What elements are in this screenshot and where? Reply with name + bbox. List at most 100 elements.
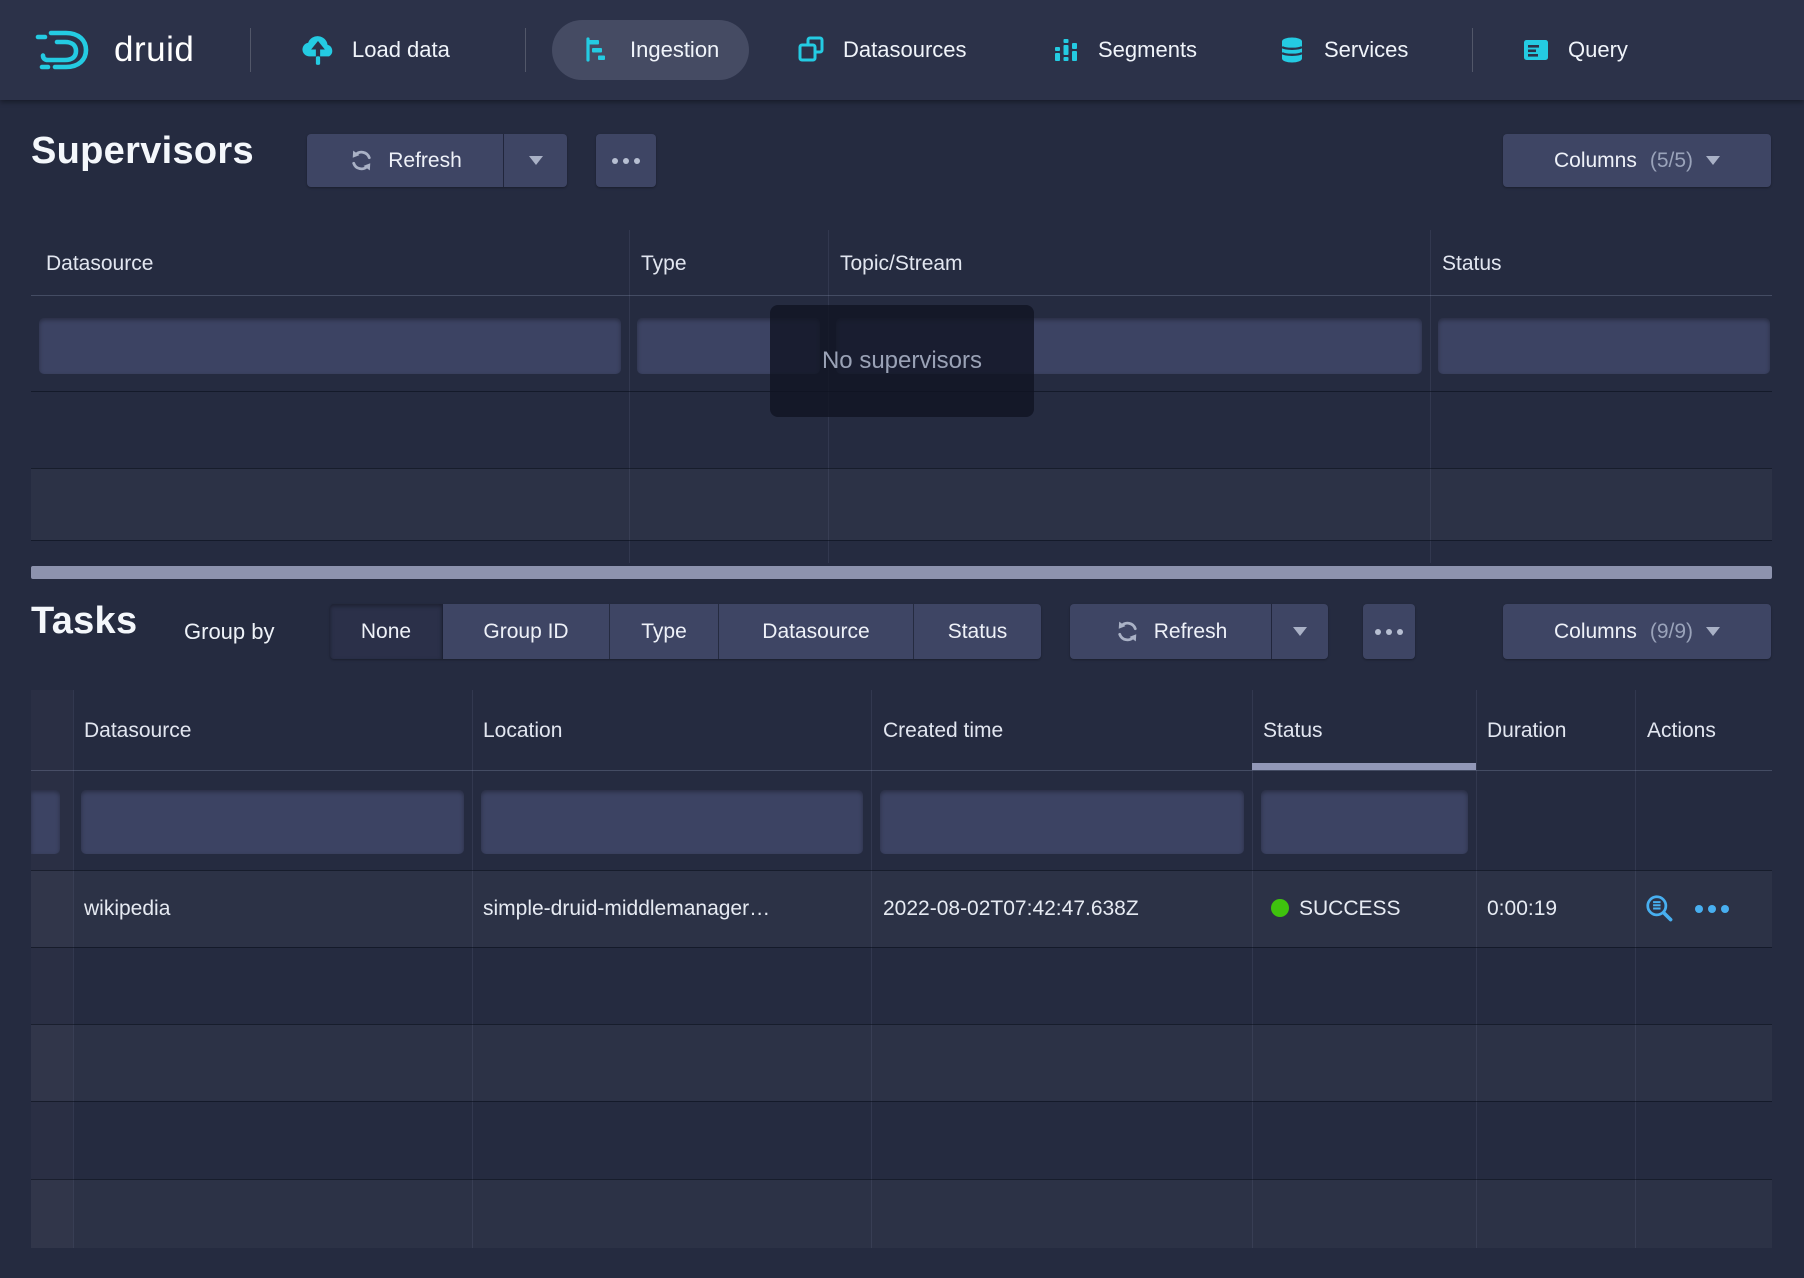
services-icon <box>1276 34 1308 66</box>
more-icon <box>612 158 640 164</box>
datasource-filter-input[interactable] <box>81 790 464 854</box>
status-dot-icon <box>1271 899 1289 917</box>
brand-name: druid <box>114 30 194 70</box>
group-by-datasource-button[interactable]: Datasource <box>719 604 914 659</box>
column-header-actions[interactable]: Actions <box>1647 719 1716 743</box>
header-divider <box>31 295 1772 296</box>
tasks-title: Tasks <box>31 600 137 643</box>
row-divider <box>31 1101 1772 1102</box>
chevron-down-icon <box>1706 156 1720 165</box>
nav-item-query[interactable]: Query <box>1520 0 1628 100</box>
chevron-down-icon <box>1293 627 1307 636</box>
status-cell: SUCCESS <box>1271 897 1401 921</box>
table-row <box>31 1024 1772 1101</box>
column-header-duration[interactable]: Duration <box>1487 719 1566 743</box>
search-details-icon[interactable] <box>1643 892 1677 926</box>
nav-item-load-data[interactable]: Load data <box>300 0 450 100</box>
nav-item-label: Load data <box>352 37 450 63</box>
status-filter-input[interactable] <box>1438 318 1770 374</box>
group-by-group-id-button[interactable]: Group ID <box>443 604 610 659</box>
row-divider <box>31 540 1772 541</box>
nav-item-segments[interactable]: Segments <box>1050 0 1197 100</box>
nav-item-label: Query <box>1568 37 1628 63</box>
druid-logo[interactable]: druid <box>34 0 194 100</box>
column-divider <box>1430 230 1431 563</box>
refresh-label: Refresh <box>388 149 462 173</box>
table-row <box>31 468 1772 540</box>
nav-item-label: Segments <box>1098 37 1197 63</box>
tasks-columns-button[interactable]: Columns (9/9) <box>1503 604 1771 659</box>
group-by-segmented-control: None Group ID Type Datasource Status <box>330 604 1041 659</box>
tasks-refresh-dropdown-button[interactable] <box>1271 604 1328 659</box>
nav-item-label: Datasources <box>843 37 967 63</box>
header-divider <box>31 770 1772 771</box>
supervisors-title: Supervisors <box>31 130 254 173</box>
supervisors-more-button[interactable] <box>596 134 656 187</box>
row-divider <box>31 947 1772 948</box>
group-by-status-button[interactable]: Status <box>914 604 1041 659</box>
column-divider <box>629 230 630 563</box>
column-divider <box>871 690 872 1248</box>
supervisors-refresh-dropdown-button[interactable] <box>503 134 567 187</box>
datasources-icon <box>795 34 827 66</box>
column-divider <box>1635 690 1636 1248</box>
cloud-upload-icon <box>300 33 336 67</box>
more-icon <box>1375 629 1403 635</box>
empty-state-overlay: No supervisors <box>770 305 1034 417</box>
horizontal-scrollbar[interactable] <box>31 566 1772 579</box>
row-more-actions-icon[interactable] <box>1695 905 1729 913</box>
empty-message: No supervisors <box>822 347 982 375</box>
nav-divider <box>525 28 526 72</box>
top-navbar: druid Load data Ingestion Datasources <box>0 0 1804 100</box>
datasource-filter-input[interactable] <box>39 318 621 374</box>
columns-label: Columns <box>1554 620 1637 644</box>
nav-divider <box>1472 28 1473 72</box>
nav-item-datasources[interactable]: Datasources <box>795 0 967 100</box>
scrolled-filter-input[interactable] <box>31 790 60 854</box>
column-header-topic-stream[interactable]: Topic/Stream <box>840 252 963 276</box>
tasks-more-button[interactable] <box>1363 604 1415 659</box>
column-header-location[interactable]: Location <box>483 719 562 743</box>
group-by-none-button[interactable]: None <box>330 604 443 659</box>
row-divider <box>31 870 1772 871</box>
supervisors-refresh-split-button: Refresh <box>307 134 567 187</box>
group-by-type-button[interactable]: Type <box>610 604 719 659</box>
location-cell: simple-druid-middlemanager… <box>483 897 863 921</box>
columns-count: (9/9) <box>1650 620 1693 644</box>
chevron-down-icon <box>1706 627 1720 636</box>
refresh-icon <box>348 147 375 174</box>
column-header-status[interactable]: Status <box>1442 252 1502 276</box>
nav-item-ingestion[interactable]: Ingestion <box>552 20 749 80</box>
column-divider <box>1476 690 1477 1248</box>
row-divider <box>31 468 1772 469</box>
refresh-icon <box>1114 618 1141 645</box>
nav-item-label: Services <box>1324 37 1408 63</box>
chevron-down-icon <box>529 156 543 165</box>
column-header-created-time[interactable]: Created time <box>883 719 1003 743</box>
segments-icon <box>1050 34 1082 66</box>
sort-indicator <box>1252 763 1476 770</box>
column-header-datasource[interactable]: Datasource <box>46 252 153 276</box>
tasks-refresh-button[interactable]: Refresh <box>1070 604 1271 659</box>
supervisors-columns-button[interactable]: Columns (5/5) <box>1503 134 1771 187</box>
location-filter-input[interactable] <box>481 790 863 854</box>
nav-item-services[interactable]: Services <box>1276 0 1408 100</box>
column-header-status[interactable]: Status <box>1263 719 1323 743</box>
columns-count: (5/5) <box>1650 149 1693 173</box>
scrolled-column <box>31 690 73 1248</box>
column-divider <box>73 690 74 1248</box>
actions-cell <box>1643 892 1729 926</box>
created-time-filter-input[interactable] <box>880 790 1244 854</box>
column-header-type[interactable]: Type <box>641 252 687 276</box>
supervisors-refresh-button[interactable]: Refresh <box>307 134 503 187</box>
created-time-cell: 2022-08-02T07:42:47.638Z <box>883 897 1139 921</box>
columns-label: Columns <box>1554 149 1637 173</box>
status-filter-input[interactable] <box>1261 790 1468 854</box>
refresh-label: Refresh <box>1154 620 1228 644</box>
tasks-table: Datasource Location Created time Status … <box>31 690 1772 1248</box>
query-icon <box>1520 34 1552 66</box>
nav-divider <box>250 28 251 72</box>
tasks-refresh-split-button: Refresh <box>1070 604 1328 659</box>
column-header-datasource[interactable]: Datasource <box>84 719 191 743</box>
status-badge: SUCCESS <box>1299 897 1401 920</box>
